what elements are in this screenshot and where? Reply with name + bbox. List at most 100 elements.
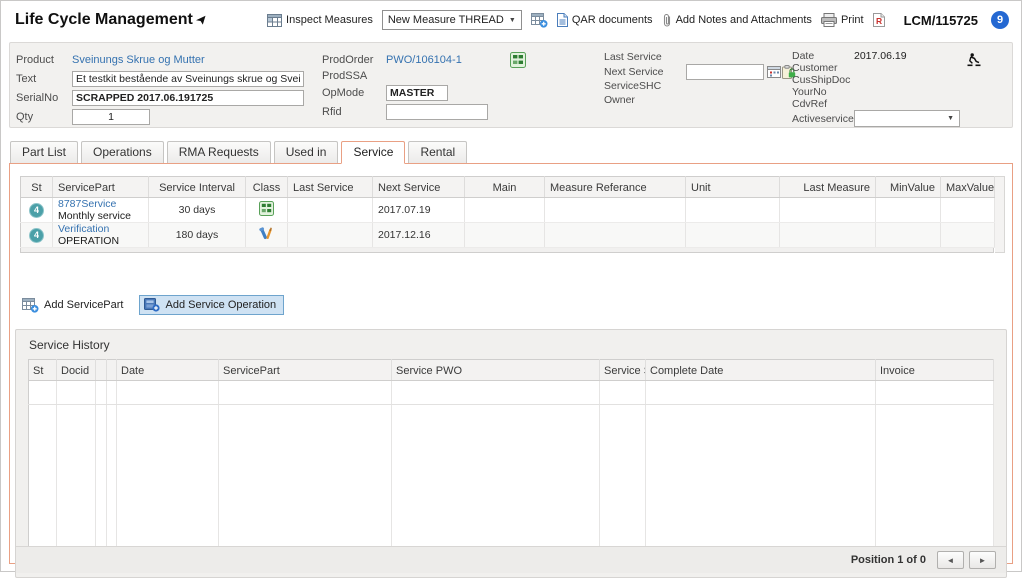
measure-grid-icon: [267, 14, 282, 27]
service-history-table: St Docid Date ServicePart Service PWO Se…: [28, 359, 994, 547]
printer-icon: [821, 13, 837, 27]
serviceshc-label: ServiceSHC: [604, 80, 686, 92]
col-spacer: [96, 360, 107, 381]
next-arrow-icon: ►: [979, 556, 987, 565]
last-service-cell: [288, 223, 373, 248]
empty-history-area: [29, 405, 994, 547]
col-service-pwo: Service PWO: [392, 360, 600, 381]
tab-operations[interactable]: Operations: [81, 141, 164, 163]
qty-input[interactable]: [72, 109, 150, 125]
service-part-row: 4 8787Service Monthly service 30 days: [21, 198, 995, 223]
next-service-input[interactable]: [686, 64, 764, 80]
service-actions: Add ServicePart Add Service Operation: [22, 295, 1012, 315]
new-measure-select-value: New Measure THREAD: [388, 14, 504, 26]
interval-cell: 180 days: [149, 223, 246, 248]
status-badge: 4: [29, 203, 44, 218]
qar-documents-button[interactable]: QAR documents: [557, 13, 653, 27]
next-service-cell: 2017.12.16: [373, 223, 465, 248]
prev-page-button[interactable]: ◄: [937, 551, 964, 569]
header-toolbar: Inspect Measures New Measure THREAD ▼ QA…: [267, 10, 1009, 30]
last-service-label: Last Service: [604, 51, 686, 63]
date-label: Date: [792, 50, 854, 62]
servicepart-subtext: Monthly service: [58, 210, 131, 222]
print-button[interactable]: Print: [821, 13, 864, 27]
add-table-icon: [22, 298, 39, 313]
col-last-measure: Last Measure: [780, 177, 876, 198]
add-servicepart-button[interactable]: Add ServicePart: [22, 298, 123, 313]
add-servicepart-label: Add ServicePart: [44, 299, 123, 311]
add-service-operation-button[interactable]: Add Service Operation: [139, 295, 284, 315]
cdvref-label: CdvRef: [792, 98, 854, 110]
col-servicepart: ServicePart: [53, 177, 149, 198]
next-service-label: Next Service: [604, 66, 686, 78]
serialno-input[interactable]: [72, 90, 304, 106]
rfid-input[interactable]: [386, 104, 488, 120]
print-label: Print: [841, 14, 864, 26]
prodssa-label: ProdSSA: [322, 70, 386, 82]
form-col-product: Product Sveinungs Skrue og Mutter Text S…: [16, 50, 322, 127]
col-service-interval: Service Interval: [149, 177, 246, 198]
prodorder-link[interactable]: PWO/106104-1: [386, 54, 462, 66]
tab-rental[interactable]: Rental: [408, 141, 467, 163]
service-part-row: 4 Verification OPERATION 180 days 20: [21, 223, 995, 248]
next-page-button[interactable]: ►: [969, 551, 996, 569]
tab-part-list[interactable]: Part List: [10, 141, 78, 163]
form-col-prodorder: ProdOrder PWO/106104-1 ProdSSA OpMode Rf…: [322, 50, 604, 127]
scrapped-figure-icon[interactable]: [966, 53, 982, 67]
document-icon: [557, 13, 568, 27]
opmode-input[interactable]: [386, 85, 448, 101]
add-service-operation-label: Add Service Operation: [165, 299, 276, 311]
col-service-ssa: Service SSA: [600, 360, 646, 381]
document-id: LCM/115725: [904, 13, 978, 28]
text-input[interactable]: [72, 71, 304, 87]
activeservice-select[interactable]: ▼: [854, 110, 960, 127]
date-value: 2017.06.19: [854, 50, 907, 62]
col-measure-referance: Measure Referance: [545, 177, 686, 198]
col-invoice: Invoice: [876, 360, 994, 381]
col-docid: Docid: [57, 360, 96, 381]
measure-sheet-icon[interactable]: [510, 52, 526, 68]
chevron-down-icon: ▼: [947, 115, 954, 122]
rfid-label: Rfid: [322, 106, 386, 118]
servicepart-link[interactable]: 8787Service: [58, 199, 143, 210]
col-st: St: [29, 360, 57, 381]
class-cell: [246, 223, 288, 248]
tab-used-in[interactable]: Used in: [274, 141, 339, 163]
service-tab-panel: St ServicePart Service Interval Class La…: [9, 163, 1013, 564]
customer-label: Customer: [792, 62, 854, 74]
svg-text:R: R: [876, 16, 882, 26]
table-scrollbar[interactable]: [995, 176, 1005, 253]
calendar-icon[interactable]: [767, 65, 781, 78]
tools-icon: [259, 227, 274, 241]
empty-history-row: [29, 381, 994, 405]
qty-label: Qty: [16, 111, 72, 123]
chevron-down-icon: ▼: [509, 17, 516, 24]
text-label: Text: [16, 73, 72, 85]
add-notes-label: Add Notes and Attachments: [676, 14, 812, 26]
status-badge: 4: [29, 228, 44, 243]
new-measure-select[interactable]: New Measure THREAD ▼: [382, 10, 522, 30]
notification-badge[interactable]: 9: [991, 11, 1009, 29]
report-document-button[interactable]: R: [873, 13, 885, 27]
interval-cell: 30 days: [149, 198, 246, 223]
product-label: Product: [16, 54, 72, 66]
col-complete-date: Complete Date: [646, 360, 876, 381]
inspect-measures-button[interactable]: Inspect Measures: [267, 14, 373, 27]
col-date: Date: [117, 360, 219, 381]
add-measure-button[interactable]: [531, 13, 548, 28]
product-link[interactable]: Sveinungs Skrue og Mutter: [72, 54, 205, 66]
servicepart-link[interactable]: Verification: [58, 224, 143, 235]
col-servicepart: ServicePart: [219, 360, 392, 381]
tab-service[interactable]: Service: [341, 141, 405, 164]
col-unit: Unit: [686, 177, 780, 198]
last-service-cell: [288, 198, 373, 223]
tab-rma-requests[interactable]: RMA Requests: [167, 141, 271, 163]
class-cell: [246, 198, 288, 223]
prodorder-label: ProdOrder: [322, 54, 386, 66]
add-notes-button[interactable]: Add Notes and Attachments: [662, 13, 812, 28]
form-col-service: Last Service Next Service ServiceSHC Own…: [604, 50, 792, 127]
service-history-section: Service History St Docid Date ServiceP: [15, 329, 1007, 578]
paperclip-icon: [662, 13, 672, 28]
record-form: Product Sveinungs Skrue og Mutter Text S…: [9, 42, 1013, 128]
page-title-text: Life Cycle Management: [15, 11, 193, 29]
